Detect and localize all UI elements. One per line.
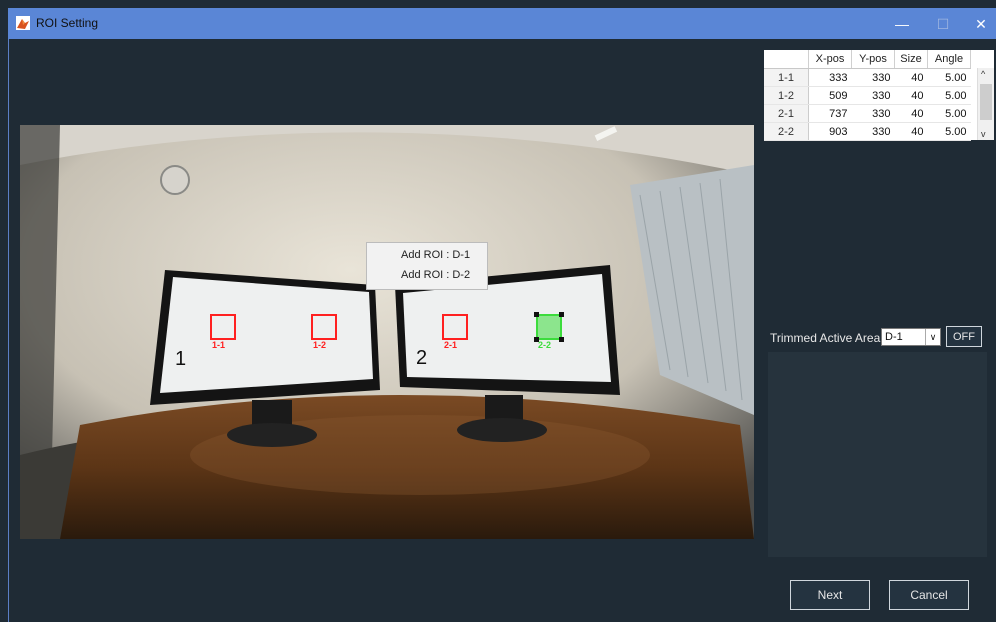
cell-xpos[interactable]: 333 <box>808 68 852 87</box>
row-id: 2-1 <box>764 104 809 123</box>
table-row[interactable]: 1-1 333 330 40 5.00 <box>764 68 971 87</box>
title-bar: ROI Setting — ☐ ✕ <box>8 8 996 39</box>
resize-handle-icon[interactable] <box>559 312 564 317</box>
cell-angle[interactable]: 5.00 <box>927 86 971 105</box>
cell-size[interactable]: 40 <box>894 122 928 141</box>
roi-label-2-1: 2-1 <box>444 340 458 350</box>
roi-box-1-1[interactable] <box>210 314 236 340</box>
cell-size[interactable]: 40 <box>894 104 928 123</box>
roi-box-1-2[interactable] <box>311 314 337 340</box>
table-row[interactable]: 2-2 903 330 40 5.00 <box>764 122 971 141</box>
roi-label-1-1: 1-1 <box>212 340 226 350</box>
display-select[interactable]: D-1 ∨ <box>881 328 941 346</box>
trimmed-active-area-label: Trimmed Active Area <box>770 331 881 345</box>
monitor-label-2: 2 <box>416 347 428 369</box>
column-header-size[interactable]: Size <box>894 50 928 69</box>
cell-xpos[interactable]: 903 <box>808 122 852 141</box>
chevron-down-icon[interactable]: ∨ <box>925 329 940 345</box>
cell-ypos[interactable]: 330 <box>851 104 895 123</box>
resize-handle-icon[interactable] <box>534 312 539 317</box>
resize-handle-icon[interactable] <box>559 337 564 342</box>
camera-image[interactable]: 1 2 1-1 1-2 2-1 2-2 <box>20 125 754 539</box>
display-select-value: D-1 <box>885 331 903 343</box>
table-row[interactable]: 1-2 509 330 40 5.00 <box>764 86 971 105</box>
scroll-down-icon[interactable]: v <box>981 129 986 139</box>
cell-angle[interactable]: 5.00 <box>927 122 971 141</box>
cell-size[interactable]: 40 <box>894 86 928 105</box>
scroll-up-icon[interactable]: ^ <box>981 69 985 79</box>
close-button[interactable]: ✕ <box>966 13 996 35</box>
roi-label-1-2: 1-2 <box>313 340 327 350</box>
trimmed-preview-panel <box>768 352 987 557</box>
table-row[interactable]: 2-1 737 330 40 5.00 <box>764 104 971 123</box>
table-header-row: X-pos Y-pos Size Angle <box>764 50 971 69</box>
cell-ypos[interactable]: 330 <box>851 86 895 105</box>
cell-xpos[interactable]: 737 <box>808 104 852 123</box>
column-header <box>764 50 809 69</box>
minimize-button[interactable]: — <box>887 13 917 35</box>
menu-item-add-roi-d1[interactable]: Add ROI : D-1 <box>401 249 470 261</box>
cancel-button[interactable]: Cancel <box>889 580 969 610</box>
roi-box-2-1[interactable] <box>442 314 468 340</box>
column-header-angle[interactable]: Angle <box>927 50 971 69</box>
monitor-label-1: 1 <box>175 348 187 370</box>
cell-xpos[interactable]: 509 <box>808 86 852 105</box>
row-id: 1-2 <box>764 86 809 105</box>
roi-box-2-2-selected[interactable] <box>534 312 564 342</box>
row-id: 1-1 <box>764 68 809 87</box>
scrollbar-thumb[interactable] <box>980 84 992 120</box>
column-header-xpos[interactable]: X-pos <box>808 50 852 69</box>
table-scrollbar[interactable]: ^ v <box>977 68 994 140</box>
cell-ypos[interactable]: 330 <box>851 68 895 87</box>
menu-item-add-roi-d2[interactable]: Add ROI : D-2 <box>401 269 470 281</box>
matlab-icon <box>16 16 30 30</box>
window-title: ROI Setting <box>36 16 99 30</box>
next-button[interactable]: Next <box>790 580 870 610</box>
row-id: 2-2 <box>764 122 809 141</box>
roi-table[interactable]: X-pos Y-pos Size Angle 1-1 333 330 40 5.… <box>764 50 994 141</box>
roi-label-2-2: 2-2 <box>538 340 552 350</box>
maximize-button[interactable]: ☐ <box>928 13 958 35</box>
cell-angle[interactable]: 5.00 <box>927 104 971 123</box>
column-header-ypos[interactable]: Y-pos <box>851 50 895 69</box>
cell-angle[interactable]: 5.00 <box>927 68 971 87</box>
cell-size[interactable]: 40 <box>894 68 928 87</box>
cell-ypos[interactable]: 330 <box>851 122 895 141</box>
camera-scene-drawing <box>20 125 754 539</box>
off-toggle-button[interactable]: OFF <box>946 326 982 347</box>
context-menu: Add ROI : D-1 Add ROI : D-2 <box>366 242 488 290</box>
